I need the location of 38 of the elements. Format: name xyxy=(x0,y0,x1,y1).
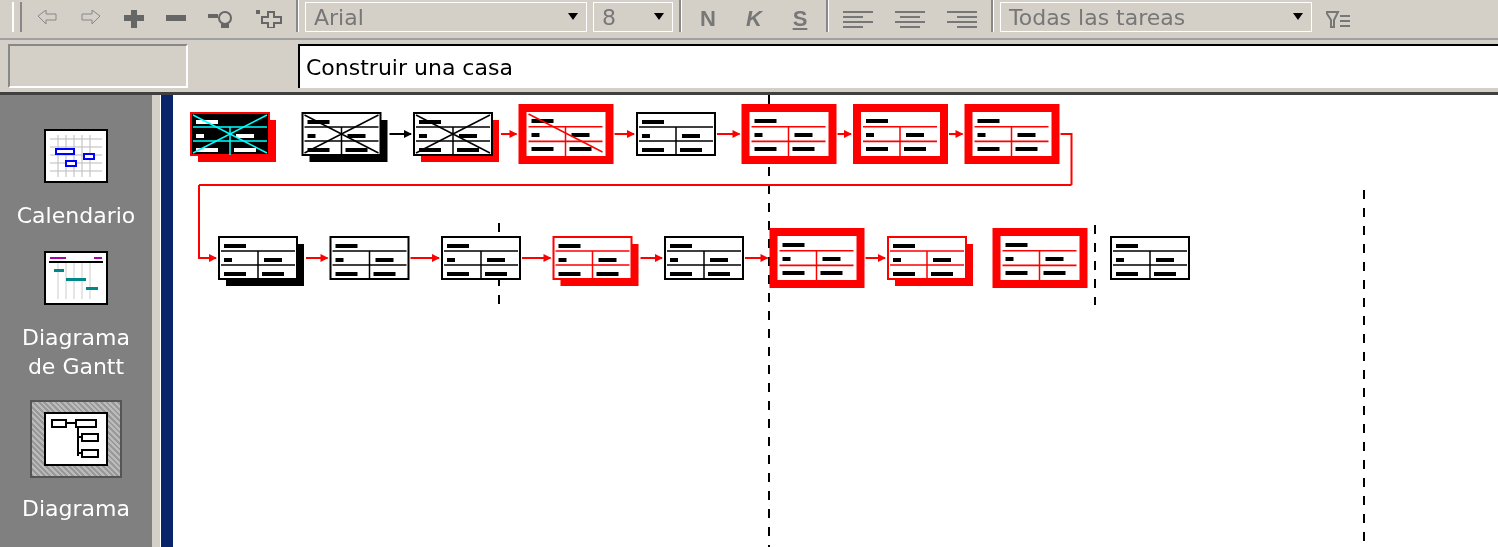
task-node[interactable] xyxy=(664,236,744,280)
task-node[interactable] xyxy=(190,112,276,162)
caret-icon xyxy=(568,13,578,21)
view-label: Calendario xyxy=(16,202,136,230)
task-node[interactable] xyxy=(413,112,499,162)
view-label: Diagrama de Gantt xyxy=(21,323,131,382)
caret-icon xyxy=(1293,13,1303,21)
task-node[interactable] xyxy=(518,104,614,164)
task-node[interactable] xyxy=(887,236,973,286)
task-node[interactable] xyxy=(441,236,521,280)
task-node[interactable] xyxy=(964,104,1060,164)
filter-dropdown[interactable]: Todas las tareas xyxy=(1000,2,1312,32)
font-dropdown[interactable]: Arial xyxy=(305,2,587,32)
task-node[interactable] xyxy=(853,104,948,164)
toolbar-grip[interactable] xyxy=(12,2,22,32)
calendar-icon xyxy=(44,129,108,183)
task-node[interactable] xyxy=(329,236,410,280)
font-size-dropdown[interactable]: 8 xyxy=(593,2,673,32)
task-node[interactable] xyxy=(552,236,639,286)
gantt-chart-icon xyxy=(44,250,108,305)
view-button[interactable] xyxy=(42,127,110,185)
task-node[interactable] xyxy=(301,112,388,162)
task-node[interactable] xyxy=(741,104,837,164)
task-node[interactable] xyxy=(1110,236,1190,280)
caret-icon xyxy=(654,13,664,21)
underline-button[interactable]: S xyxy=(780,6,820,32)
task-node[interactable] xyxy=(636,112,716,156)
task-node[interactable] xyxy=(218,236,304,286)
bold-button[interactable]: N xyxy=(688,6,728,32)
view-button[interactable] xyxy=(42,248,110,307)
name-box[interactable] xyxy=(8,44,188,88)
task-node[interactable] xyxy=(992,228,1088,288)
italic-button[interactable]: K xyxy=(734,6,774,32)
network-diagram-icon xyxy=(44,412,108,467)
view-label: Diagrama xyxy=(21,495,131,524)
task-node[interactable] xyxy=(769,228,865,288)
view-button[interactable] xyxy=(30,400,122,479)
entry-field[interactable]: Construir una casa xyxy=(298,44,1498,88)
